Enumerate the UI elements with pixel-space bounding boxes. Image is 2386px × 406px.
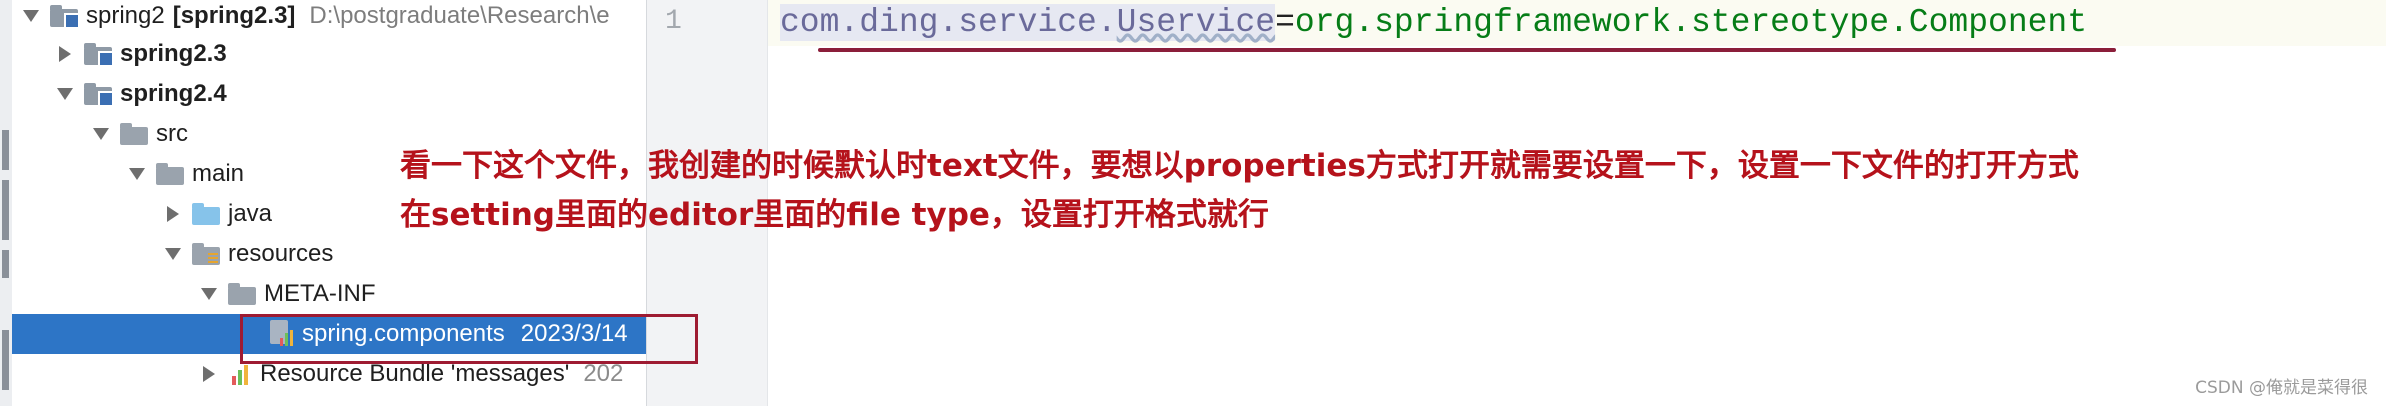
folder-icon xyxy=(228,283,256,305)
property-key-prefix: com.ding.service. xyxy=(780,4,1117,41)
chevron-down-icon[interactable] xyxy=(23,10,39,22)
root-path: D:\postgraduate\Research\e xyxy=(309,2,610,29)
annotation-line-1: 看一下这个文件，我创建的时候默认时text文件，要想以properties方式打… xyxy=(400,148,2079,184)
tree-item-label: spring2.4 xyxy=(120,80,227,107)
tree-item-label: resources xyxy=(228,240,334,267)
tool-window-button[interactable] xyxy=(2,330,9,390)
root-module: [spring2.3] xyxy=(172,2,296,29)
module-folder-icon xyxy=(50,5,80,29)
chevron-down-icon[interactable] xyxy=(201,288,217,300)
property-equals: = xyxy=(1275,4,1295,41)
root-name: spring2 xyxy=(86,2,165,29)
tree-item-label: META-INF xyxy=(264,280,376,307)
code-line[interactable]: com.ding.service.Uservice=org.springfram… xyxy=(780,4,2087,41)
tree-row-root[interactable]: spring2 [spring2.3] D:\postgraduate\Rese… xyxy=(12,0,646,36)
tree-row-spring24[interactable]: spring2.4 xyxy=(12,74,646,114)
chevron-right-icon[interactable] xyxy=(203,366,215,382)
chevron-down-icon[interactable] xyxy=(129,168,145,180)
annotation-line-2: 在setting里面的editor里面的file type，设置打开格式就行 xyxy=(400,197,1269,233)
tree-item-label: main xyxy=(192,160,245,187)
annotation-text: 看一下这个文件，我创建的时候默认时text文件，要想以properties方式打… xyxy=(400,142,2320,240)
chevron-right-icon[interactable] xyxy=(59,46,71,62)
folder-icon xyxy=(120,123,148,145)
tree-item-label: java xyxy=(228,200,273,227)
tree-row-meta-inf[interactable]: META-INF xyxy=(12,274,646,314)
property-value: org.springframework.stereotype.Component xyxy=(1294,4,2088,41)
tree-item-suffix: 202 xyxy=(583,360,624,387)
chevron-right-icon[interactable] xyxy=(167,206,179,222)
tool-window-button[interactable] xyxy=(2,250,9,278)
tree-item-label: spring2.3 xyxy=(120,40,227,67)
chevron-down-icon[interactable] xyxy=(165,248,181,260)
chevron-down-icon[interactable] xyxy=(93,128,109,140)
line-number: 1 xyxy=(665,6,682,37)
resource-bundle-icon xyxy=(228,361,252,387)
chevron-down-icon[interactable] xyxy=(57,88,73,100)
source-folder-icon xyxy=(192,203,220,225)
red-underline-annotation xyxy=(818,48,2116,52)
tool-window-button[interactable] xyxy=(2,130,9,170)
tree-item-label: Resource Bundle 'messages' xyxy=(260,360,570,387)
red-highlight-box xyxy=(240,314,698,364)
resources-folder-icon xyxy=(192,243,220,265)
tree-item-label: src xyxy=(156,120,188,147)
module-folder-icon xyxy=(84,43,114,67)
watermark: CSDN @俺就是菜得很 xyxy=(2195,378,2368,398)
tree-row-resources[interactable]: resources xyxy=(12,234,646,274)
tool-window-button[interactable] xyxy=(2,180,9,240)
tree-row-spring23[interactable]: spring2.3 xyxy=(12,34,646,74)
module-folder-icon xyxy=(84,83,114,107)
property-key-word: Uservice xyxy=(1116,4,1276,41)
property-key: com.ding.service.Uservice xyxy=(780,4,1276,41)
folder-icon xyxy=(156,163,184,185)
